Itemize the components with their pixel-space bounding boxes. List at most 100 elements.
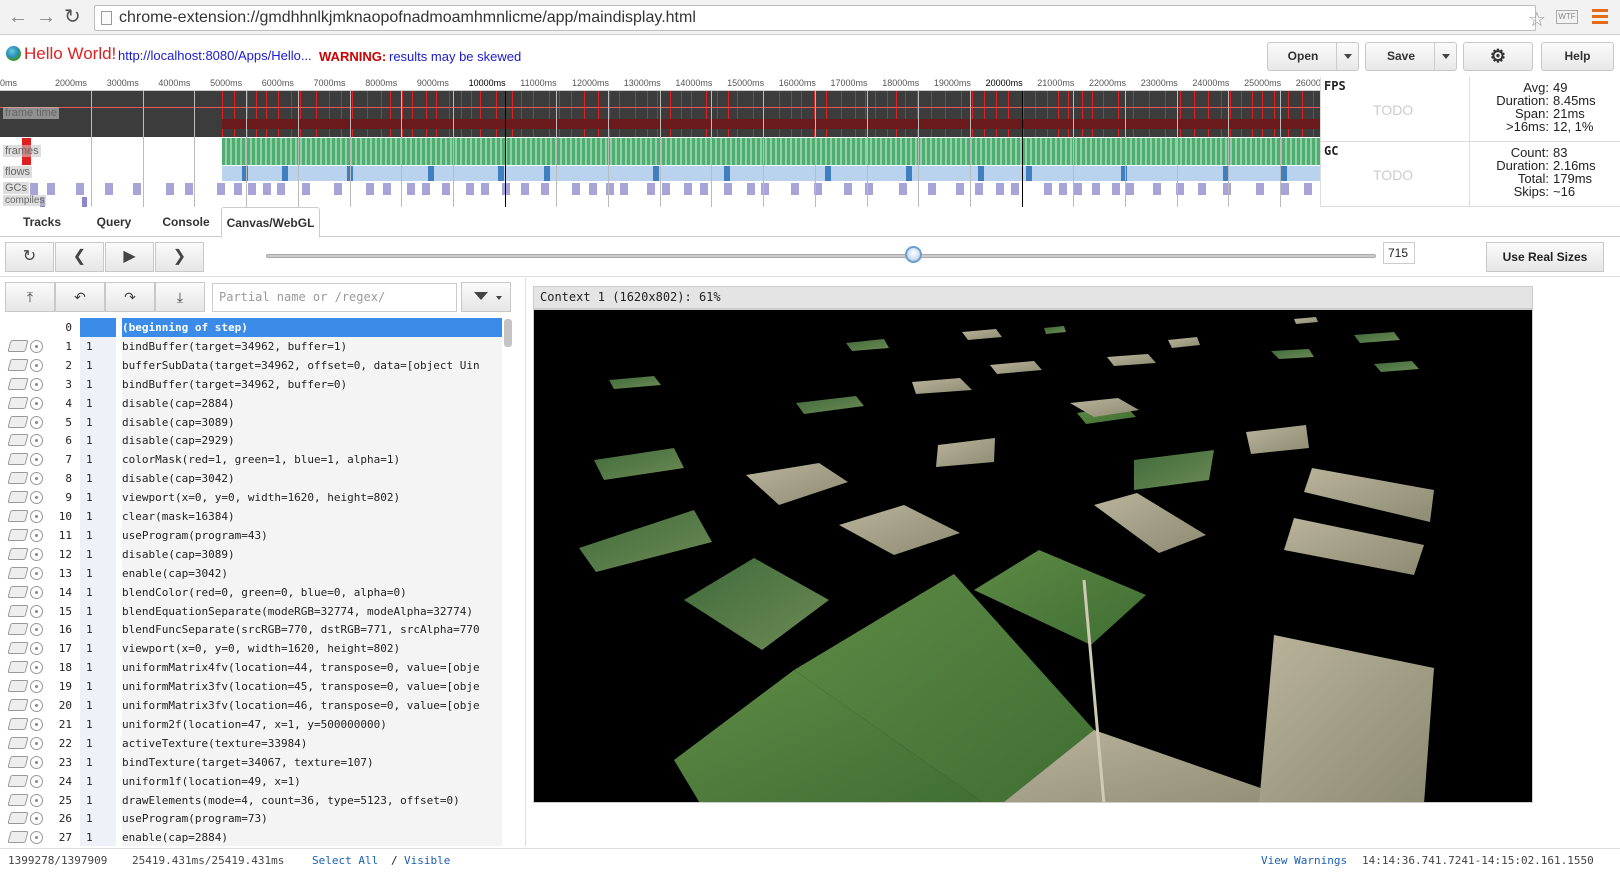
edit-icon[interactable]: [7, 642, 29, 655]
call-row[interactable]: 21 1 uniform2f(location=47, x=1, y=5000000…: [0, 714, 512, 734]
breakpoint-icon[interactable]: [30, 717, 43, 731]
select-all-link[interactable]: Select All: [312, 850, 378, 872]
timeline-tracks[interactable]: frame time frames flows GCs compiles: [0, 91, 1320, 207]
call-row[interactable]: 14 1 blendColor(red=0, green=0, blue=0, al…: [0, 582, 512, 602]
view-warnings-link[interactable]: View Warnings: [1261, 850, 1347, 872]
tab-canvas-webgl[interactable]: Canvas/WebGL: [221, 207, 320, 238]
call-row[interactable]: 2 1 bufferSubData(target=34962, offset=0, …: [0, 355, 512, 375]
edit-icon[interactable]: [7, 547, 29, 560]
jump-last-button[interactable]: ⤓: [155, 282, 205, 312]
breakpoint-icon[interactable]: [30, 566, 43, 580]
call-row[interactable]: 9 1 viewport(x=0, y=0, width=1620, height=…: [0, 488, 512, 508]
breakpoint-icon[interactable]: [30, 434, 43, 448]
edit-icon[interactable]: [7, 434, 29, 447]
edit-icon[interactable]: [7, 774, 29, 787]
breakpoint-icon[interactable]: [30, 623, 43, 637]
call-row[interactable]: 27 1 enable(cap=2884): [0, 828, 512, 846]
call-row[interactable]: 12 1 disable(cap=3089): [0, 544, 512, 564]
jump-first-button[interactable]: ⤒: [5, 282, 55, 312]
breakpoint-icon[interactable]: [30, 528, 43, 542]
call-row[interactable]: 15 1 blendEquationSeparate(modeRGB=32774, …: [0, 601, 512, 621]
use-real-sizes-button[interactable]: Use Real Sizes: [1486, 242, 1604, 272]
edit-icon[interactable]: [7, 472, 29, 485]
filter-input[interactable]: Partial name or /regex/: [212, 283, 457, 312]
previous-button[interactable]: ❮: [55, 242, 104, 272]
call-row[interactable]: 17 1 viewport(x=0, y=0, width=1620, height…: [0, 639, 512, 659]
breakpoint-icon[interactable]: [30, 547, 43, 561]
call-row[interactable]: 11 1 useProgram(program=43): [0, 525, 512, 545]
edit-icon[interactable]: [7, 396, 29, 409]
call-row[interactable]: 4 1 disable(cap=2884): [0, 393, 512, 413]
step-number-input[interactable]: 715: [1383, 242, 1415, 264]
tab-tracks[interactable]: Tracks: [8, 207, 76, 237]
call-list-scrollbar[interactable]: [504, 319, 512, 347]
reload-icon[interactable]: ↻: [64, 7, 81, 27]
edit-icon[interactable]: [7, 717, 29, 730]
edit-icon[interactable]: [7, 604, 29, 617]
breakpoint-icon[interactable]: [30, 661, 43, 675]
webgl-canvas-preview[interactable]: [533, 309, 1533, 803]
call-row[interactable]: 23 1 bindTexture(target=34067, texture=107…: [0, 752, 512, 772]
call-row[interactable]: 26 1 useProgram(program=73): [0, 809, 512, 829]
bookmark-star-icon[interactable]: ☆: [1528, 7, 1546, 32]
edit-icon[interactable]: [7, 453, 29, 466]
breakpoint-icon[interactable]: [30, 831, 43, 845]
breakpoint-icon[interactable]: [30, 736, 43, 750]
edit-icon[interactable]: [7, 585, 29, 598]
edit-icon[interactable]: [7, 831, 29, 844]
call-row[interactable]: 13 1 enable(cap=3042): [0, 563, 512, 583]
edit-icon[interactable]: [7, 623, 29, 636]
call-row[interactable]: 3 1 bindBuffer(target=34962, buffer=0): [0, 374, 512, 394]
edit-icon[interactable]: [7, 339, 29, 352]
breakpoint-icon[interactable]: [30, 491, 43, 505]
refresh-button[interactable]: ↻: [5, 242, 54, 272]
edit-icon[interactable]: [7, 377, 29, 390]
breakpoint-icon[interactable]: [30, 755, 43, 769]
breakpoint-icon[interactable]: [30, 774, 43, 788]
call-row[interactable]: 20 1 uniformMatrix3fv(location=46, transpo…: [0, 696, 512, 715]
breakpoint-icon[interactable]: [30, 812, 43, 826]
breakpoint-icon[interactable]: [30, 396, 43, 410]
call-row[interactable]: 5 1 disable(cap=3089): [0, 412, 512, 432]
filter-dropdown-button[interactable]: [461, 282, 511, 312]
call-row[interactable]: 16 1 blendFuncSeparate(srcRGB=770, dstRGB=…: [0, 620, 512, 640]
call-row[interactable]: 0 (beginning of step): [0, 318, 512, 337]
breakpoint-icon[interactable]: [30, 642, 43, 656]
edit-icon[interactable]: [7, 491, 29, 504]
browser-menu-icon[interactable]: [1592, 9, 1608, 25]
extension-icon[interactable]: WTF: [1556, 10, 1578, 24]
breakpoint-icon[interactable]: [30, 793, 43, 807]
help-button[interactable]: Help: [1541, 42, 1614, 71]
call-row[interactable]: 22 1 activeTexture(texture=33984): [0, 733, 512, 753]
call-row[interactable]: 1 1 bindBuffer(target=34962, buffer=1): [0, 336, 512, 356]
edit-icon[interactable]: [7, 566, 29, 579]
edit-icon[interactable]: [7, 793, 29, 806]
timeline-ruler[interactable]: 0ms 2000ms 3000ms 4000ms 5000ms 6000ms 7000ms 8…: [0, 77, 1320, 91]
step-forward-button[interactable]: ↷: [105, 282, 155, 312]
edit-icon[interactable]: [7, 661, 29, 674]
breakpoint-icon[interactable]: [30, 415, 43, 429]
breakpoint-icon[interactable]: [30, 699, 43, 712]
visible-link[interactable]: Visible: [404, 850, 450, 872]
breakpoint-icon[interactable]: [30, 604, 43, 618]
step-slider[interactable]: [266, 254, 1376, 258]
call-row[interactable]: 24 1 uniform1f(location=49, x=1): [0, 771, 512, 791]
edit-icon[interactable]: [7, 528, 29, 541]
edit-icon[interactable]: [7, 736, 29, 749]
edit-icon[interactable]: [7, 358, 29, 371]
breakpoint-icon[interactable]: [30, 377, 43, 391]
next-button[interactable]: ❯: [155, 242, 204, 272]
breakpoint-icon[interactable]: [30, 358, 43, 372]
step-back-button[interactable]: ↶: [55, 282, 105, 312]
edit-icon[interactable]: [7, 812, 29, 825]
edit-icon[interactable]: [7, 699, 29, 711]
breakpoint-icon[interactable]: [30, 510, 43, 523]
call-row[interactable]: 6 1 disable(cap=2929): [0, 431, 512, 451]
breakpoint-icon[interactable]: [30, 585, 43, 599]
edit-icon[interactable]: [7, 510, 29, 522]
call-row[interactable]: 19 1 uniformMatrix3fv(location=45, transpo…: [0, 677, 512, 697]
settings-button[interactable]: ⚙: [1463, 42, 1533, 71]
forward-arrow-icon[interactable]: →: [36, 7, 56, 27]
edit-icon[interactable]: [7, 415, 29, 428]
edit-icon[interactable]: [7, 680, 29, 693]
